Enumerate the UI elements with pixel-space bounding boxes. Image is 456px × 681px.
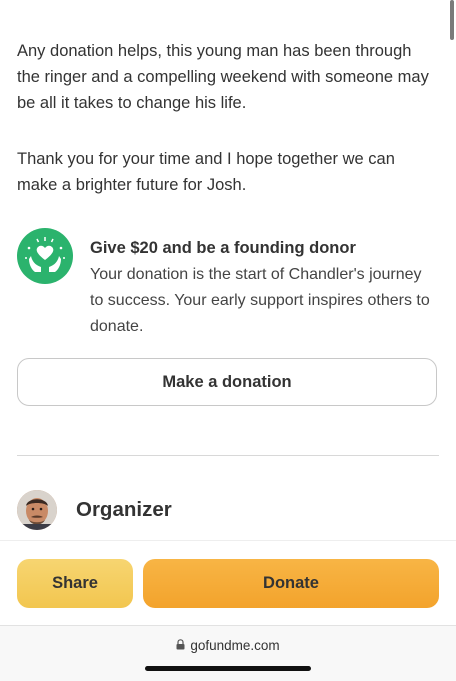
founding-donor-card: Give $20 and be a founding donor Your do… (17, 228, 439, 340)
url-display[interactable]: gofundme.com (0, 638, 456, 653)
founding-donor-title: Give $20 and be a founding donor (90, 239, 356, 257)
story-paragraph: Any donation helps, this young man has b… (17, 42, 429, 112)
scrollbar[interactable] (450, 0, 454, 40)
home-indicator[interactable] (145, 666, 311, 671)
organizer-section: Organizer (17, 490, 172, 530)
divider (17, 455, 439, 456)
share-button[interactable]: Share (17, 559, 133, 608)
url-text: gofundme.com (190, 638, 280, 653)
make-donation-button[interactable]: Make a donation (17, 358, 437, 406)
donate-button[interactable]: Donate (143, 559, 439, 608)
heart-hands-icon (17, 228, 73, 284)
lock-icon (176, 638, 185, 653)
founding-donor-text: Give $20 and be a founding donor Your do… (90, 228, 439, 340)
organizer-heading: Organizer (76, 498, 172, 521)
browser-address-bar[interactable]: gofundme.com (0, 625, 456, 681)
avatar[interactable] (17, 490, 57, 530)
founding-donor-description: Your donation is the start of Chandler's… (90, 266, 430, 335)
story-paragraph: Thank you for your time and I hope toget… (17, 150, 395, 194)
story-text: Any donation helps, this young man has b… (17, 38, 437, 228)
action-bar: Share Donate (0, 540, 456, 626)
